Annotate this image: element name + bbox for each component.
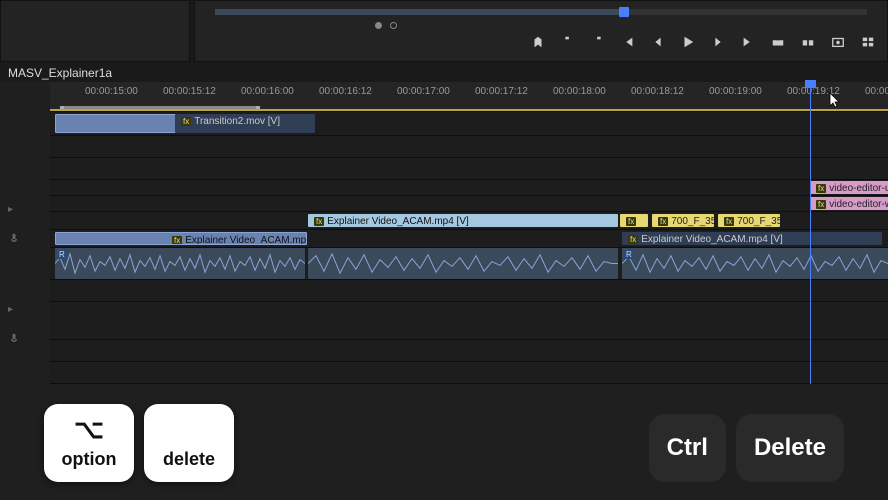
scrub-handle[interactable] — [619, 7, 629, 17]
scrub-progress — [215, 9, 619, 15]
step-forward-button[interactable] — [709, 33, 727, 51]
ctrl-key: Ctrl — [649, 414, 726, 482]
in-out-range[interactable] — [60, 106, 260, 109]
clip-pink-2[interactable]: fxvideo-editor-working- — [810, 197, 888, 210]
ruler-tick: 00:00:17:00 — [397, 86, 450, 97]
clip-label: Explainer Video_ACAM.mp4 [V] — [327, 216, 469, 227]
mark-in-button[interactable] — [559, 33, 577, 51]
clip-label: 700_F_35 — [671, 216, 714, 227]
option-key: ⌥ option — [44, 404, 134, 482]
track-expand-icon-2[interactable]: ▸ — [0, 294, 50, 324]
audio-track-4[interactable] — [50, 340, 888, 362]
play-button[interactable] — [679, 33, 697, 51]
sequence-tab[interactable]: MASV_Explainer1a — [0, 62, 888, 82]
playhead[interactable] — [810, 82, 811, 384]
video-track-spacer[interactable]: fxvideo-editor-working- — [50, 196, 888, 212]
audio-track-1[interactable]: R R — [50, 248, 888, 280]
cursor-icon — [828, 92, 844, 108]
time-ruler[interactable]: 00:00:15:00 00:00:15:12 00:00:16:00 00:00:1… — [50, 82, 888, 112]
key-label: Ctrl — [667, 434, 708, 462]
clip-label: video-editor-using-pro — [829, 183, 888, 194]
goto-out-button[interactable] — [739, 33, 757, 51]
ruler-tick: 00:00:16:12 — [319, 86, 372, 97]
key-label: Delete — [754, 434, 826, 462]
audio-clip-1[interactable]: R — [55, 248, 305, 279]
audio-track-3[interactable] — [50, 302, 888, 340]
video-track-3[interactable]: fxTransition2.mov [V] — [50, 112, 888, 136]
transport-controls — [529, 33, 877, 51]
program-scrub-bar[interactable] — [215, 9, 867, 15]
video-track-spacer[interactable] — [50, 158, 888, 180]
clip-explainer-v2[interactable]: fxExplainer Video_ACAM.mp4 [V] — [308, 214, 618, 227]
clip-yellow-1[interactable]: fx700_F_35 — [652, 214, 714, 227]
ruler-tick: 00:00:18:12 — [631, 86, 684, 97]
clip-transition[interactable]: fxTransition2.mov [V] — [175, 114, 315, 133]
mark-out-button[interactable] — [589, 33, 607, 51]
clip-label: Explainer Video_ACAM.mp4 [V] — [641, 234, 783, 245]
track-mic-icon[interactable] — [0, 224, 50, 254]
track-header-gutter: ▸ ▸ — [0, 194, 50, 500]
goto-in-button[interactable] — [619, 33, 637, 51]
audio-clip-3[interactable]: R — [622, 248, 888, 279]
add-marker-button[interactable] — [529, 33, 547, 51]
video-track-2[interactable]: fxExplainer Video_ACAM.mp4 [V] fx fx700_… — [50, 212, 888, 230]
ruler-tick: 00:00 — [865, 86, 888, 97]
track-mic-icon-2[interactable] — [0, 324, 50, 354]
mac-keys-overlay: ⌥ option delete — [44, 404, 234, 482]
video-track-1[interactable]: fxExplainer Video_ACAM.mp4 fxExplainer V… — [50, 230, 888, 248]
clip-explainer-v1-sel[interactable]: fxExplainer Video_ACAM.mp4 — [55, 232, 307, 245]
option-glyph: ⌥ — [74, 414, 104, 445]
audio-track-2[interactable] — [50, 280, 888, 302]
tracks-area: fxTransition2.mov [V] fxvideo-editor-usi… — [50, 112, 888, 384]
audio-track-5[interactable] — [50, 362, 888, 384]
audio-clip-2[interactable] — [308, 248, 618, 279]
track-expand-icon[interactable]: ▸ — [0, 194, 50, 224]
delete-key-mac: delete — [144, 404, 234, 482]
pagination-dots — [375, 22, 397, 29]
video-track-spacer[interactable]: fxvideo-editor-using-pro — [50, 180, 888, 196]
playhead-handle[interactable] — [805, 80, 816, 88]
work-area-bar — [50, 109, 888, 111]
key-label: option — [62, 449, 117, 470]
win-keys-overlay: Ctrl Delete — [649, 414, 844, 482]
ruler-tick: 00:00:18:00 — [553, 86, 606, 97]
lift-button[interactable] — [769, 33, 787, 51]
ruler-tick: 00:00:15:12 — [163, 86, 216, 97]
key-label: delete — [163, 449, 215, 470]
ruler-tick: 00:00:17:12 — [475, 86, 528, 97]
clip-yellow-stub[interactable]: fx — [620, 214, 648, 227]
program-monitor-panel — [194, 0, 888, 62]
clip-explainer-v1-b[interactable]: fxExplainer Video_ACAM.mp4 [V] — [622, 232, 882, 245]
delete-key-win: Delete — [736, 414, 844, 482]
video-track-spacer[interactable] — [50, 136, 888, 158]
clip-label: Explainer Video_ACAM.mp4 — [185, 235, 307, 245]
ruler-tick: 00:00:19:00 — [709, 86, 762, 97]
clip-yellow-2[interactable]: fx700_F_35 — [718, 214, 780, 227]
clip-label: 700_F_35 — [737, 216, 780, 227]
step-back-button[interactable] — [649, 33, 667, 51]
export-frame-button[interactable] — [829, 33, 847, 51]
extract-button[interactable] — [799, 33, 817, 51]
source-monitor-panel — [0, 0, 190, 62]
button-editor-button[interactable] — [859, 33, 877, 51]
clip-label: Transition2.mov [V] — [194, 116, 280, 127]
clip-pink-1[interactable]: fxvideo-editor-using-pro — [810, 181, 888, 194]
ruler-tick: 00:00:16:00 — [241, 86, 294, 97]
ruler-tick: 00:00:15:00 — [85, 86, 138, 97]
clip-label: video-editor-working- — [829, 199, 888, 210]
